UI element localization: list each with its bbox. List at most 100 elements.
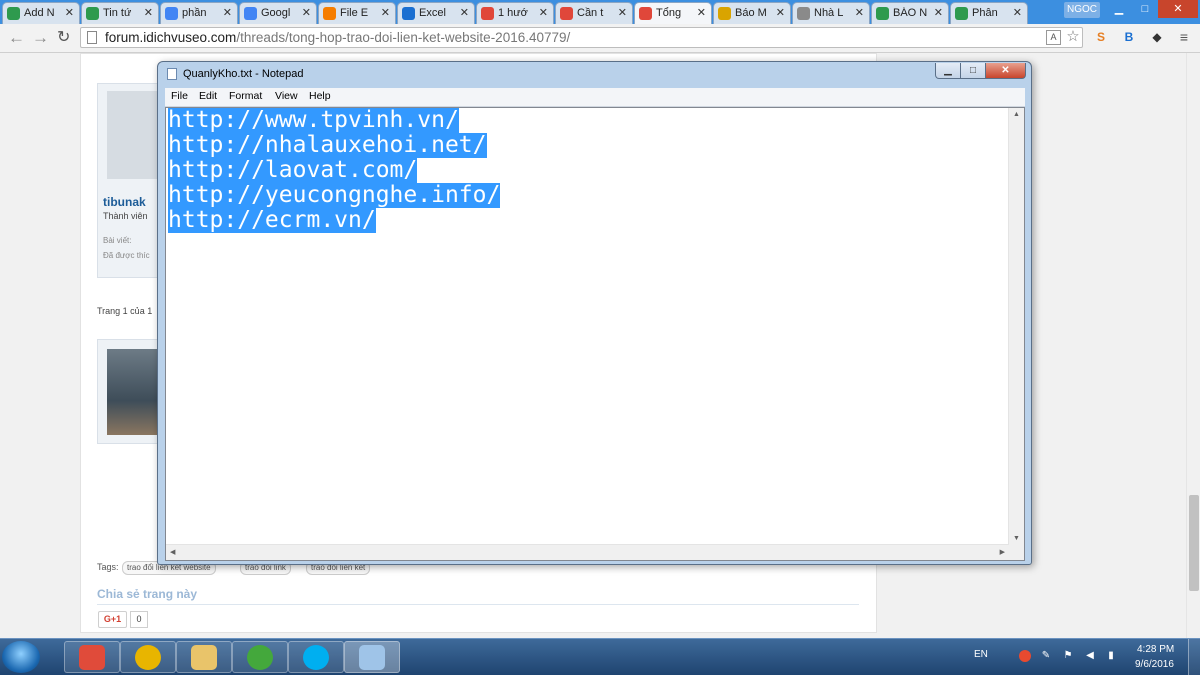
browser-tab[interactable]: Excel ✕	[397, 2, 475, 24]
clock-date[interactable]: 9/6/2016	[1135, 659, 1174, 670]
idvs-icon	[639, 7, 652, 20]
language-indicator[interactable]: EN	[974, 649, 988, 660]
tray-app-icon[interactable]	[1019, 650, 1031, 662]
window-title: QuanlyKho.txt - Notepad	[183, 68, 304, 80]
username-link[interactable]: tibunak	[103, 195, 146, 209]
forward-button[interactable]: →	[32, 28, 49, 48]
text-editor[interactable]: http://www.tpvinh.vn/ http://nhalauxehoi…	[165, 107, 1025, 561]
browser-tab[interactable]: Báo M ✕	[713, 2, 791, 24]
horizontal-scrollbar[interactable]: ◀ ▶	[166, 544, 1009, 560]
browser-tab[interactable]: BÁO N ✕	[871, 2, 949, 24]
scroll-up-icon[interactable]: ▲	[1013, 111, 1020, 118]
browser-close-button[interactable]: ✕	[1158, 0, 1198, 18]
tab-close-icon[interactable]: ✕	[539, 6, 548, 19]
volume-icon[interactable]: ◀	[1084, 650, 1096, 662]
clock-time[interactable]: 4:28 PM	[1137, 644, 1174, 655]
size-grip[interactable]	[1009, 545, 1024, 560]
text-line[interactable]: http://laovat.com/	[168, 158, 418, 183]
tab-close-icon[interactable]: ✕	[223, 6, 232, 19]
page-scrollbar-thumb[interactable]	[1189, 495, 1199, 591]
menu-help[interactable]: Help	[309, 90, 331, 102]
text-line[interactable]: http://www.tpvinh.vn/	[168, 108, 459, 133]
address-bar[interactable]: forum.idichvuseo.com/threads/tong-hop-tr…	[80, 27, 1083, 48]
taskbar-app-button[interactable]	[120, 641, 176, 673]
c-icon	[876, 7, 889, 20]
tab-title: Tin tứ	[103, 7, 132, 19]
divider	[97, 604, 859, 605]
skype-icon	[303, 645, 329, 670]
menu-file[interactable]: File	[171, 90, 188, 102]
vertical-scrollbar[interactable]: ▲ ▼	[1008, 108, 1024, 545]
tab-close-icon[interactable]: ✕	[302, 6, 311, 19]
taskbar-app-button[interactable]	[176, 641, 232, 673]
text-line[interactable]: http://yeucongnghe.info/	[168, 183, 501, 208]
back-button[interactable]: ←	[8, 28, 25, 48]
taskbar-app-button[interactable]	[64, 641, 120, 673]
browser-tab[interactable]: 1 hướ ✕	[476, 2, 554, 24]
tab-title: BÁO N	[893, 7, 928, 19]
text-line[interactable]: http://nhalauxehoi.net/	[168, 133, 487, 158]
browser-tab[interactable]: Tin tứ ✕	[81, 2, 159, 24]
tab-close-icon[interactable]: ✕	[934, 6, 943, 19]
browser-tab[interactable]: File E ✕	[318, 2, 396, 24]
tab-title: phần	[182, 7, 207, 19]
browser-tab[interactable]: Cần t ✕	[555, 2, 633, 24]
browser-tab[interactable]: Phân ✕	[950, 2, 1028, 24]
taskbar: EN ✎ ⚑ ◀ ▮ 4:28 PM 9/6/2016	[0, 638, 1200, 675]
minimize-button[interactable]: ▁	[935, 63, 961, 79]
network-icon[interactable]: ▮	[1105, 650, 1117, 662]
cloud-icon	[86, 7, 99, 20]
tab-title: 1 hướ	[498, 7, 528, 19]
tab-close-icon[interactable]: ✕	[381, 6, 390, 19]
start-button[interactable]	[2, 641, 40, 673]
tab-close-icon[interactable]: ✕	[1013, 6, 1022, 19]
tab-close-icon[interactable]: ✕	[855, 6, 864, 19]
scroll-down-icon[interactable]: ▼	[1013, 535, 1020, 542]
tab-title: Excel	[419, 7, 446, 19]
menu-edit[interactable]: Edit	[199, 90, 217, 102]
page-scrollbar[interactable]	[1186, 53, 1200, 638]
bookmark-star-icon[interactable]: ☆	[1065, 29, 1081, 45]
show-desktop-button[interactable]	[1188, 639, 1200, 675]
tab-close-icon[interactable]: ✕	[144, 6, 153, 19]
browser-maximize-button[interactable]: □	[1132, 0, 1158, 18]
menu-icon[interactable]: ≡	[1176, 29, 1192, 45]
taskbar-app-button[interactable]	[232, 641, 288, 673]
taskbar-app-button[interactable]	[288, 641, 344, 673]
browser-minimize-button[interactable]: ▁	[1106, 0, 1132, 18]
taskbar-app-button[interactable]	[344, 641, 400, 673]
avatar[interactable]	[107, 91, 163, 179]
tab-close-icon[interactable]: ✕	[618, 6, 627, 19]
maximize-button[interactable]: □	[960, 63, 986, 79]
google-plus-button[interactable]: G+1	[98, 611, 127, 628]
tab-close-icon[interactable]: ✕	[460, 6, 469, 19]
extension-icon[interactable]: ◆	[1149, 29, 1165, 45]
flag-icon[interactable]: ⚑	[1062, 650, 1074, 662]
tab-close-icon[interactable]: ✕	[697, 6, 706, 19]
menu-view[interactable]: View	[275, 90, 298, 102]
translate-icon[interactable]: A	[1046, 30, 1061, 45]
tab-title: Googl	[261, 7, 291, 19]
avatar[interactable]	[107, 349, 162, 435]
text-line[interactable]: http://ecrm.vn/	[168, 208, 376, 233]
reload-button[interactable]: ↻	[57, 28, 70, 48]
tab-close-icon[interactable]: ✕	[776, 6, 785, 19]
notepad-icon	[167, 68, 177, 80]
extension-b-icon[interactable]: B	[1121, 29, 1137, 45]
page-icon	[87, 31, 97, 44]
browser-tab[interactable]: Nhà L ✕	[792, 2, 870, 24]
browser-tab[interactable]: Add N ✕	[2, 2, 80, 24]
close-button[interactable]: ✕	[985, 63, 1026, 79]
tags-label: Tags:	[97, 562, 119, 572]
menu-bar: File Edit Format View Help	[165, 88, 1025, 107]
extension-so-icon[interactable]: S	[1093, 29, 1109, 45]
browser-tab[interactable]: Tổng ✕	[634, 2, 712, 24]
scroll-right-icon[interactable]: ▶	[1000, 548, 1005, 556]
browser-tab[interactable]: phần ✕	[160, 2, 238, 24]
scroll-left-icon[interactable]: ◀	[170, 548, 175, 556]
browser-tab[interactable]: Googl ✕	[239, 2, 317, 24]
menu-format[interactable]: Format	[229, 90, 262, 102]
tab-close-icon[interactable]: ✕	[65, 6, 74, 19]
profile-button[interactable]: NGOC	[1064, 2, 1100, 18]
tray-tool-icon[interactable]: ✎	[1040, 650, 1052, 662]
